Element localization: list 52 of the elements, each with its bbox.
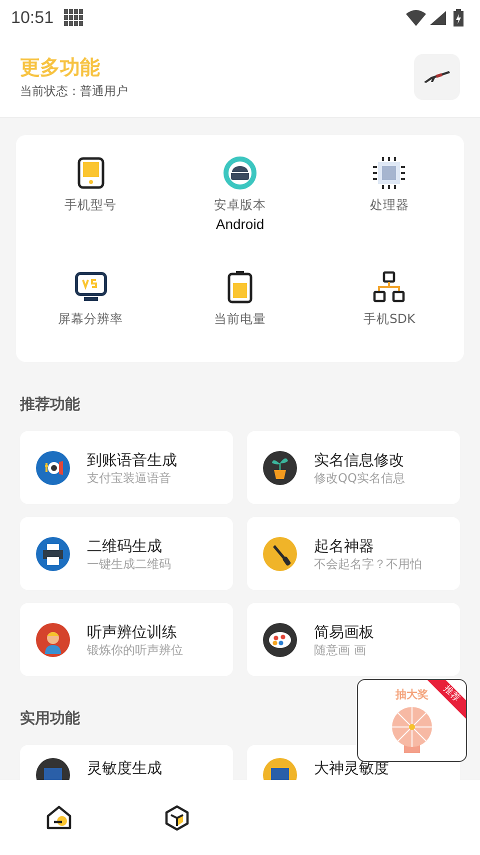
feature-title[interactable]: 简易画板	[314, 622, 374, 642]
feature-card[interactable]: 实名信息修改 修改QQ实名信息	[247, 431, 460, 504]
info-label[interactable]: 手机SDK	[363, 310, 416, 328]
feature-subtitle: 锻炼你的听声辨位	[87, 642, 183, 658]
feature-subtitle: 随意画 画	[314, 642, 367, 658]
feature-title[interactable]: 实名信息修改	[314, 450, 405, 470]
wifi-icon	[406, 10, 426, 26]
info-label[interactable]: 当前电量	[214, 310, 266, 328]
info-label[interactable]: 处理器	[370, 196, 409, 214]
android-icon	[222, 156, 257, 190]
battery-icon	[226, 270, 253, 304]
feature-card[interactable]: 灵敏度生成	[20, 745, 233, 780]
info-label[interactable]: 屏幕分辨率	[58, 310, 124, 328]
battery-icon	[453, 9, 464, 27]
pen-icon	[263, 536, 297, 570]
app-grid-icon	[64, 9, 84, 27]
section-heading: 实用功能	[20, 708, 81, 728]
feature-title[interactable]: 灵敏度生成	[87, 758, 162, 778]
feature-card[interactable]: 听声辨位训练 锻炼你的听声辨位	[20, 603, 233, 676]
person-icon	[36, 622, 70, 656]
hierarchy-icon	[373, 271, 406, 303]
home-tab-icon[interactable]	[46, 804, 72, 830]
info-value: Android	[216, 215, 264, 234]
cube-tab-icon[interactable]	[164, 804, 190, 830]
info-label[interactable]: 安卓版本	[214, 196, 266, 214]
feature-card[interactable]: 二维码生成 一键生成二维码	[20, 517, 233, 590]
phone-icon	[76, 157, 105, 189]
feature-card[interactable]: 简易画板 随意画 画	[247, 603, 460, 676]
palette-icon	[263, 622, 297, 656]
feature-subtitle: 一键生成二维码	[87, 556, 171, 572]
info-label[interactable]: 手机型号	[64, 196, 117, 214]
prize-popup[interactable]: 抽大奖 推荐	[357, 679, 467, 762]
potted-plant-icon	[263, 450, 297, 484]
feature-card[interactable]: 起名神器 不会起名字？不用怕	[247, 517, 460, 590]
feature-title[interactable]: 二维码生成	[87, 536, 171, 556]
user-status: 当前状态：普通用户	[20, 82, 129, 100]
status-time: 10:51	[11, 8, 54, 28]
chip-icon	[373, 157, 406, 189]
feature-card[interactable]: 到账语音生成 支付宝装逼语音	[20, 431, 233, 504]
prize-wheel-icon	[390, 705, 434, 755]
feature-subtitle: 不会起名字？不用怕	[314, 556, 422, 572]
section-heading: 推荐功能	[20, 394, 81, 414]
feature-title[interactable]: 到账语音生成	[87, 450, 177, 470]
signal-icon	[430, 11, 446, 25]
feature-title[interactable]: 听声辨位训练	[87, 622, 183, 642]
feature-title[interactable]: 起名神器	[314, 536, 422, 556]
printer-icon	[36, 536, 70, 570]
rifle-icon	[423, 70, 451, 84]
feature-subtitle: 支付宝装逼语音	[87, 470, 172, 486]
feature-subtitle: 修改QQ实名信息	[314, 470, 405, 486]
rifle-button[interactable]	[414, 54, 460, 100]
page-title: 更多功能	[20, 54, 101, 80]
